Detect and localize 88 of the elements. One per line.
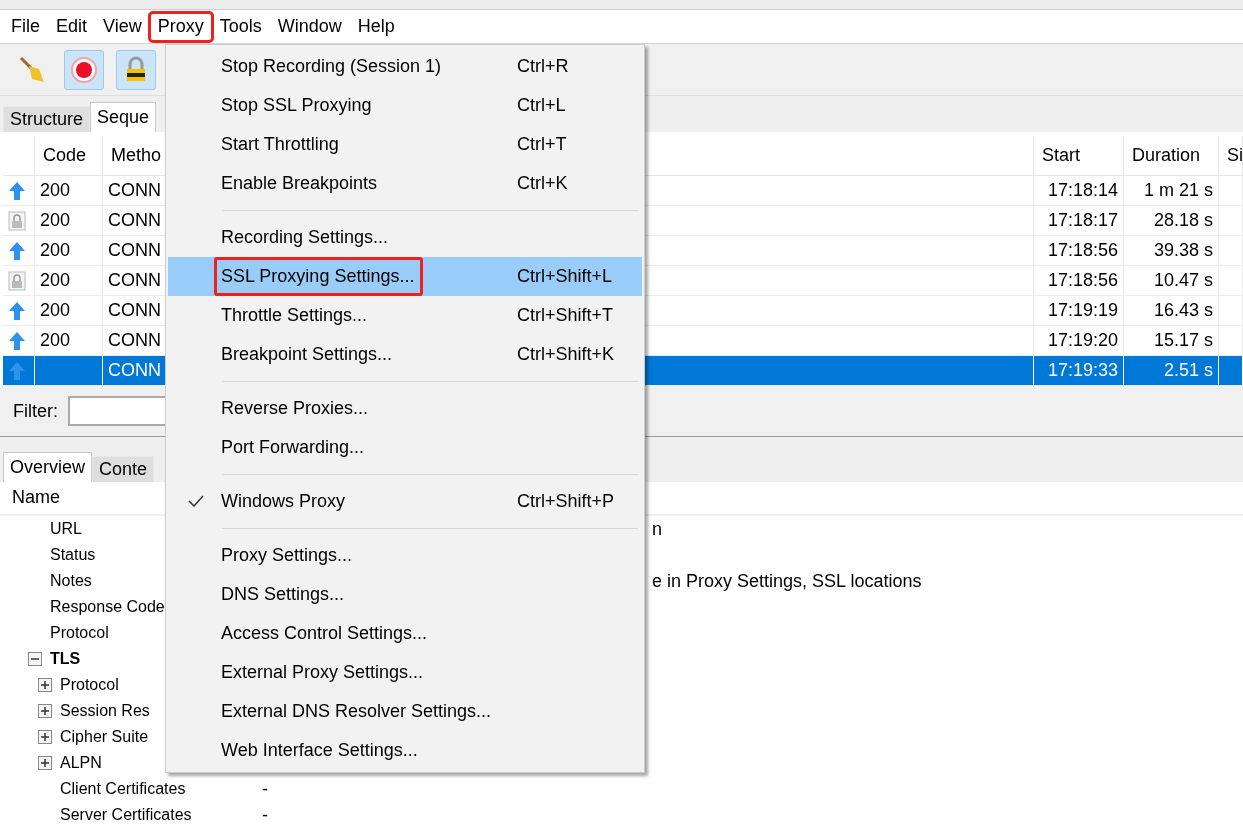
menu-item[interactable]: DNS Settings... [168,575,642,614]
table-cell: 200 [35,266,103,296]
menu-item[interactable]: Start Throttling Ctrl+T [168,125,642,164]
view-tab[interactable]: Structure [3,106,91,132]
up-arrow-icon [8,180,26,201]
menu-bar-item[interactable]: Help [350,13,402,40]
collapse-icon[interactable] [28,652,42,666]
table-cell: 17:18:56 [1034,236,1124,266]
lock-icon [8,210,26,231]
field-name: URL [50,520,82,538]
expand-icon[interactable] [38,730,52,744]
checkmark-icon [188,495,204,507]
menu-bar-item[interactable]: Tools [212,13,269,40]
field-name: Notes [50,572,92,590]
menu-bar-item[interactable]: Edit [49,13,95,40]
up-arrow-icon [8,360,26,381]
menu-bar-item[interactable]: View [96,13,149,40]
table-cell[interactable] [3,236,35,266]
menu-item[interactable]: Access Control Settings... [168,614,642,653]
column-header: Name [12,487,60,507]
record-button[interactable] [64,49,104,90]
table-cell [35,356,103,386]
field-name: Protocol [50,624,109,642]
menu-item[interactable]: Stop SSL Proxying Ctrl+L [168,86,642,125]
table-cell[interactable] [3,176,35,206]
field-name: Status [50,546,96,564]
table-cell: 200 [35,236,103,266]
table-cell: 17:18:56 [1034,266,1124,296]
table-cell: 15.17 s [1124,326,1219,356]
broom-icon [17,54,47,85]
lock-icon [8,270,26,291]
record-icon [70,55,98,84]
table-cell: 17:19:19 [1034,296,1124,326]
field-name: TLS [50,650,81,668]
table-cell: 200 [35,176,103,206]
expand-icon[interactable] [38,704,52,718]
field-name: Session Res [60,702,150,720]
field-value: e in Proxy Settings, SSL locations [652,570,922,592]
view-tab[interactable]: Seque [90,102,157,132]
table-cell: 17:19:33 [1034,356,1124,386]
expand-icon[interactable] [38,678,52,692]
menu-bar-item[interactable]: File [4,13,47,40]
field-name: Client Certificates [60,780,186,798]
table-cell: 1 m 21 s [1124,176,1219,206]
menu-item[interactable]: External Proxy Settings... [168,653,642,692]
field-name: ALPN [60,754,102,772]
field-name: Cipher Suite [60,728,149,746]
expand-icon[interactable] [38,756,52,770]
menu-item[interactable]: Reverse Proxies... [168,389,642,428]
table-cell: 39.38 s [1124,236,1219,266]
table-cell: 200 [35,206,103,236]
menu-bar-item[interactable]: Proxy [150,13,211,40]
table-cell: 17:18:14 [1034,176,1124,206]
field-value: - [262,804,268,826]
field-value: n [652,518,662,540]
table-cell: 28.18 s [1124,206,1219,236]
lock-button[interactable] [116,49,156,90]
menu-item[interactable]: Web Interface Settings... [168,731,642,770]
table-cell [1219,356,1243,386]
table-cell: 2.51 s [1124,356,1219,386]
table-cell[interactable] [3,206,35,236]
detail-tab[interactable]: Overview [3,452,92,482]
field-name: Server Certificates [60,806,192,824]
menu-bar-item[interactable]: Window [270,13,349,40]
table-cell[interactable] [3,266,35,296]
table-cell[interactable] [3,326,35,356]
detail-tab[interactable]: Conte [92,456,155,482]
up-arrow-icon [8,240,26,261]
up-arrow-icon [8,330,26,351]
field-value: - [262,778,268,800]
table-cell: 17:18:17 [1034,206,1124,236]
menu-item[interactable]: Proxy Settings... [168,536,642,575]
up-arrow-icon [8,300,26,321]
table-cell: 200 [35,296,103,326]
field-name: Protocol [60,676,119,694]
menu-item[interactable]: Windows Proxy Ctrl+Shift+P [168,482,642,521]
table-cell [1219,326,1243,356]
table-cell[interactable] [3,296,35,326]
menu-item[interactable]: Port Forwarding... [168,428,642,467]
field-name: Response Code [50,598,165,616]
lock-icon [124,55,148,84]
menu-item[interactable]: SSL Proxying Settings... Ctrl+Shift+L [168,257,642,296]
table-cell: 200 [35,326,103,356]
filter-label: Filter: [13,400,58,422]
table-cell: 10.47 s [1124,266,1219,296]
table-cell: 17:19:20 [1034,326,1124,356]
menu-item[interactable]: External DNS Resolver Settings... [168,692,642,731]
table-cell: 16.43 s [1124,296,1219,326]
